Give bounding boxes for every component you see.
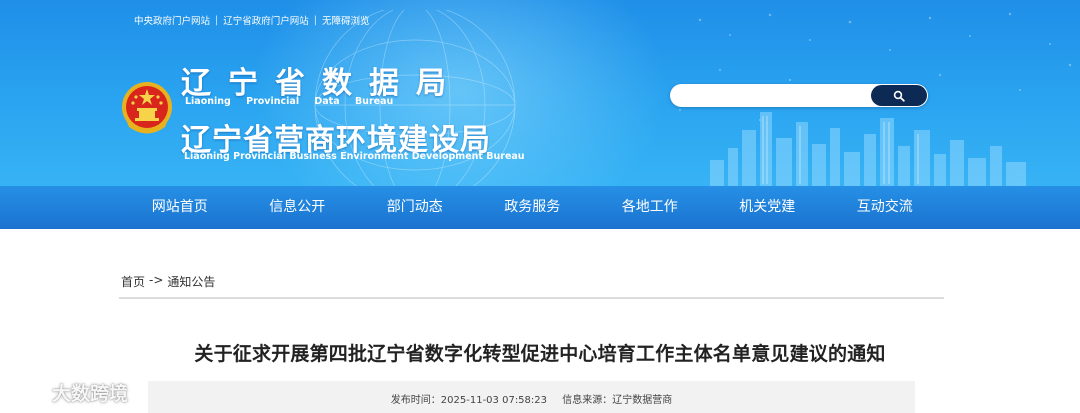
watermark-logo-icon bbox=[10, 383, 47, 401]
watermark-text: 大数跨境 bbox=[52, 383, 129, 405]
header-banner: 中央政府门户网站 | 辽宁省政府门户网站 | 无障碍浏览 辽宁省数据局 Liao… bbox=[0, 0, 1080, 186]
nav-item-department-news[interactable]: 部门动态 bbox=[356, 186, 474, 229]
breadcrumb-current[interactable]: 通知公告 bbox=[167, 273, 215, 290]
link-separator: | bbox=[313, 14, 317, 26]
breadcrumb: 首页 -> 通知公告 bbox=[121, 273, 215, 290]
divider bbox=[119, 297, 944, 299]
watermark: 大数跨境 bbox=[8, 379, 128, 406]
publish-time: 发布时间：2025-11-03 07:58:23 bbox=[390, 395, 548, 406]
national-emblem-icon bbox=[122, 82, 172, 134]
info-source: 信息来源：辽宁数据营商 bbox=[562, 395, 673, 406]
breadcrumb-separator: -> bbox=[149, 273, 164, 287]
site-title-en-1: Liaoning Provincial Data Bureau bbox=[185, 96, 394, 107]
top-links: 中央政府门户网站 | 辽宁省政府门户网站 | 无障碍浏览 bbox=[134, 13, 370, 28]
city-skyline-graphic bbox=[710, 112, 1026, 186]
article-meta: 发布时间：2025-11-03 07:58:23 信息来源：辽宁数据营商 bbox=[148, 391, 915, 406]
nav-item-party-building[interactable]: 机关党建 bbox=[709, 186, 827, 229]
link-liaoning-gov[interactable]: 辽宁省政府门户网站 bbox=[223, 13, 309, 27]
nav-item-home[interactable]: 网站首页 bbox=[121, 186, 239, 229]
link-separator: | bbox=[215, 14, 219, 26]
main-nav: 网站首页 信息公开 部门动态 政务服务 各地工作 机关党建 互动交流 bbox=[0, 186, 1080, 229]
breadcrumb-home[interactable]: 首页 bbox=[121, 273, 145, 290]
article-meta-bar: 发布时间：2025-11-03 07:58:23 信息来源：辽宁数据营商 bbox=[148, 381, 915, 413]
site-title-en-2: Liaoning Provincial Business Environment… bbox=[184, 151, 525, 162]
nav-item-gov-services[interactable]: 政务服务 bbox=[474, 186, 592, 229]
link-central-gov[interactable]: 中央政府门户网站 bbox=[134, 13, 210, 27]
article-title: 关于征求开展第四批辽宁省数字化转型促进中心培育工作主体名单意见建议的通知 bbox=[194, 343, 886, 365]
nav-item-info-disclosure[interactable]: 信息公开 bbox=[239, 186, 357, 229]
link-accessibility[interactable]: 无障碍浏览 bbox=[322, 13, 370, 27]
nav-item-local-work[interactable]: 各地工作 bbox=[591, 186, 709, 229]
nav-item-interaction[interactable]: 互动交流 bbox=[826, 186, 944, 229]
